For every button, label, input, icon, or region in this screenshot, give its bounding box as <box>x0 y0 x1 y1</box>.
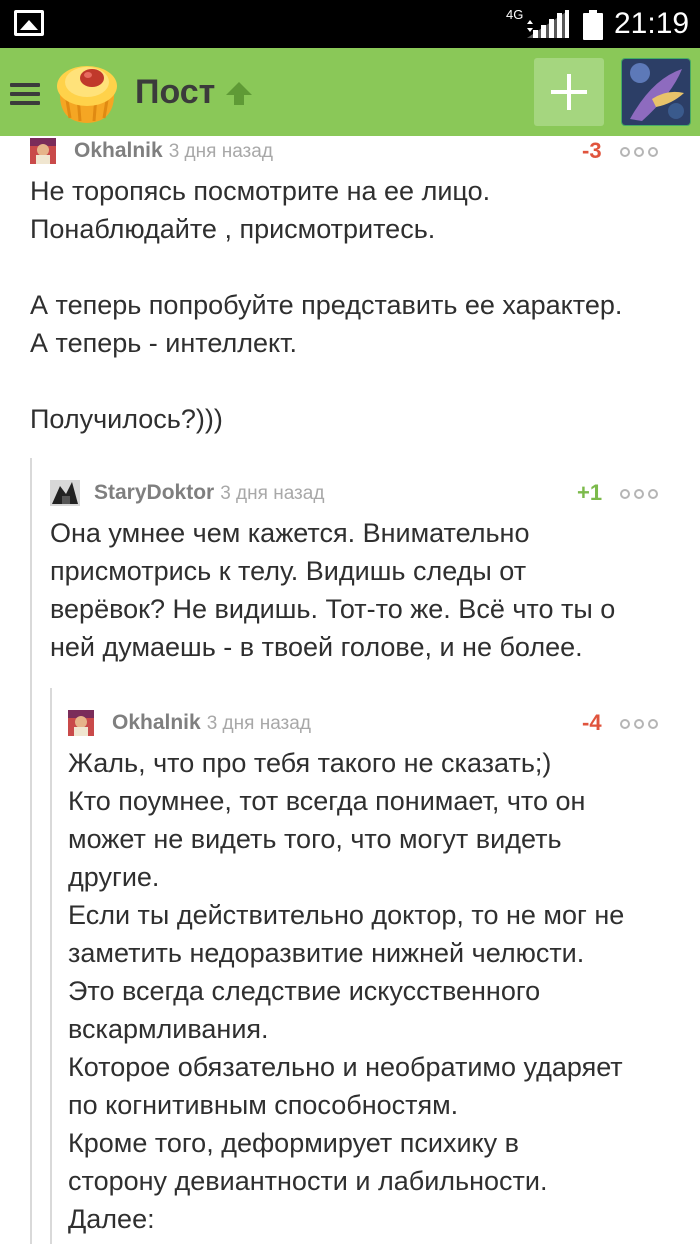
comment: StaryDoktor 3 дня назад +1 Она умнее чем … <box>50 480 690 666</box>
user-avatar[interactable] <box>621 58 691 126</box>
avatar[interactable] <box>50 480 80 506</box>
battery-icon <box>583 10 603 40</box>
avatar[interactable] <box>68 710 94 736</box>
comment-time: 3 дня назад <box>168 141 273 162</box>
add-post-button[interactable] <box>534 58 604 126</box>
comment-header: StaryDoktor 3 дня назад +1 <box>50 480 690 508</box>
status-bar: 4G 21:19 <box>0 0 700 48</box>
thread-line <box>30 458 32 1244</box>
comment-text: Она умнее чем кажется. Внимательно присм… <box>50 518 616 662</box>
comment: Okhalnik 3 дня назад -4 Жаль, что про теб… <box>68 710 690 1238</box>
comment-header: Okhalnik 3 дня назад -3 <box>30 138 690 166</box>
comment-time: 3 дня назад <box>220 483 325 504</box>
comment-header: Okhalnik 3 дня назад -4 <box>68 710 690 738</box>
more-options-icon[interactable] <box>620 489 660 499</box>
logo-icon[interactable] <box>52 60 122 126</box>
gallery-notification-icon <box>14 10 44 36</box>
comment-author[interactable]: StaryDoktor 3 дня назад <box>94 481 324 506</box>
more-options-icon[interactable] <box>620 147 660 157</box>
avatar[interactable] <box>30 138 56 164</box>
comment-time: 3 дня назад <box>206 713 311 734</box>
plus-icon <box>551 74 587 110</box>
comment-text: Жаль, что про тебя такого не сказать;) К… <box>68 748 625 1234</box>
network-type: 4G <box>506 7 524 22</box>
thread-line <box>50 688 52 1244</box>
comment-author[interactable]: Okhalnik 3 дня назад <box>112 711 311 736</box>
page-title: Пост <box>135 73 216 111</box>
clock: 21:19 <box>614 7 690 40</box>
more-options-icon[interactable] <box>620 719 660 729</box>
comment-rating: -3 <box>582 138 602 163</box>
menu-icon[interactable] <box>10 83 40 105</box>
comment: Okhalnik 3 дня назад -3 Не торопясь посмо… <box>30 138 690 438</box>
comment-rating: -4 <box>582 710 602 735</box>
comments-list: Okhalnik 3 дня назад -3 Не торопясь посмо… <box>0 136 700 1244</box>
arrow-up-icon[interactable] <box>224 80 254 106</box>
comment-text: Не торопясь посмотрите на ее лицо. Понаб… <box>30 176 623 434</box>
app-bar: Пост <box>0 48 700 136</box>
comment-author[interactable]: Okhalnik 3 дня назад <box>74 139 273 164</box>
comment-rating: +1 <box>577 480 603 505</box>
signal-icon <box>527 10 569 38</box>
